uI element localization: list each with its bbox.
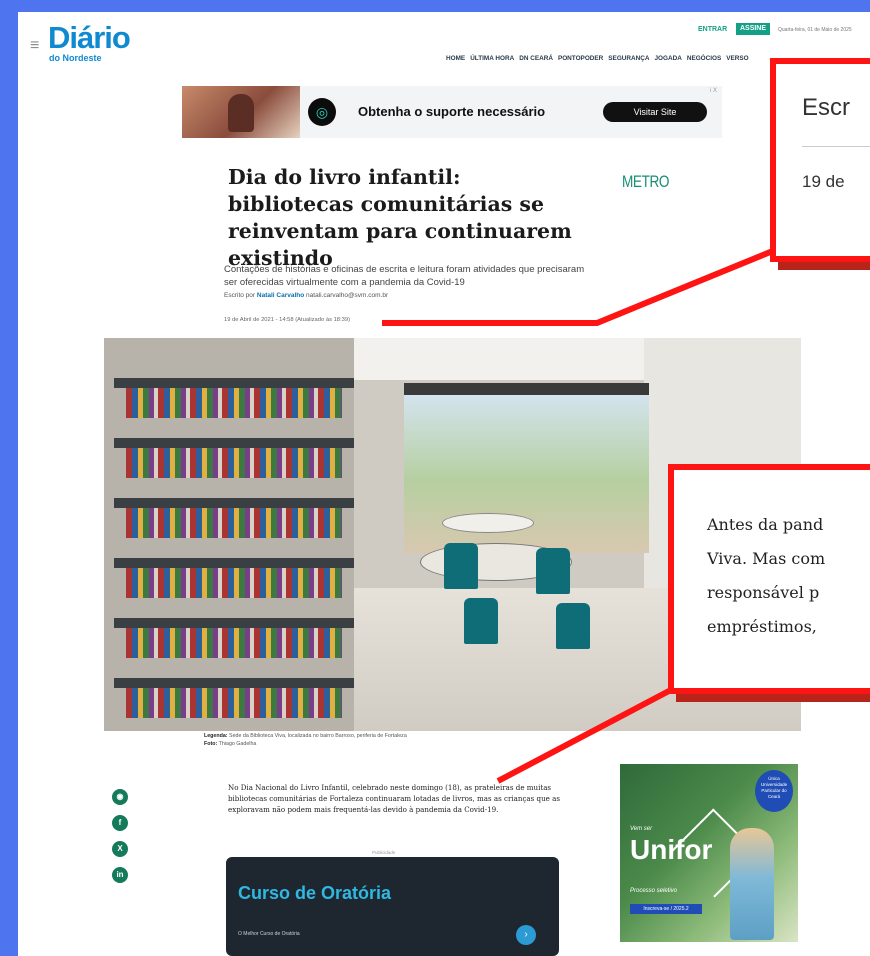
zoom-callout-byline: Escr 19 de — [770, 58, 870, 262]
zoom-body-line: Viva. Mas com — [707, 549, 826, 568]
zoom-body-line: empréstimos, — [707, 617, 817, 636]
zoom-callout-body: Antes da pand Viva. Mas com responsável … — [668, 464, 870, 694]
zoom-byline-text: Escr — [802, 94, 850, 121]
zoom-date-text: 19 de — [802, 172, 845, 191]
zoom-body-line: responsável p — [707, 583, 820, 602]
zoom-body-text: Antes da pand Viva. Mas com responsável … — [707, 508, 870, 644]
zoom-body-line: Antes da pand — [707, 515, 824, 534]
zoom-divider — [802, 146, 870, 147]
